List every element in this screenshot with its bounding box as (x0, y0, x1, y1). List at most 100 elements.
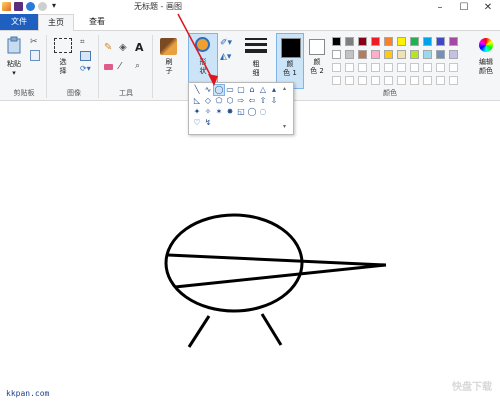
palette-swatch[interactable] (384, 50, 393, 59)
separator (98, 35, 99, 98)
palette-swatch[interactable] (345, 37, 354, 46)
rainbow-icon (479, 38, 493, 52)
cut-icon[interactable]: ✂ (30, 37, 38, 47)
palette-swatch[interactable] (436, 63, 445, 72)
paste-label: 粘贴 (7, 60, 21, 68)
palette-swatch[interactable] (371, 63, 380, 72)
palette-swatch[interactable] (410, 37, 419, 46)
shape-option[interactable]: ♡ (192, 118, 202, 128)
palette-swatch[interactable] (358, 37, 367, 46)
scroll-down-icon[interactable]: ▾ (283, 123, 286, 130)
shape-option[interactable]: ✧ (203, 107, 213, 117)
palette-swatch[interactable] (397, 76, 406, 85)
palette-swatch[interactable] (436, 37, 445, 46)
palette-swatch[interactable] (423, 76, 432, 85)
palette-swatch[interactable] (449, 37, 458, 46)
palette-swatch[interactable] (449, 63, 458, 72)
palette-swatch[interactable] (384, 37, 393, 46)
palette-swatch[interactable] (345, 76, 354, 85)
scroll-up-icon[interactable]: ▴ (283, 85, 286, 92)
magnifier-icon[interactable]: ⌕ (135, 61, 140, 71)
palette-swatch[interactable] (449, 50, 458, 59)
palette-swatch[interactable] (410, 63, 419, 72)
resize-icon[interactable] (80, 51, 91, 61)
palette-swatch[interactable] (397, 63, 406, 72)
palette-swatch[interactable] (423, 37, 432, 46)
palette-swatch[interactable] (332, 37, 341, 46)
copy-icon[interactable] (30, 50, 40, 61)
palette-swatch[interactable] (358, 76, 367, 85)
select-button[interactable]: 选 择 (52, 36, 74, 84)
shape-option[interactable]: ⬠ (214, 96, 224, 106)
shape-option[interactable]: ⇩ (269, 96, 279, 106)
palette-swatch[interactable] (423, 63, 432, 72)
colors-group-label: 颜色 (383, 89, 397, 97)
customize-toolbar-icon[interactable]: ▾ (52, 1, 56, 10)
shape-option[interactable]: ◌ (258, 107, 268, 117)
edit-colors-label: 编辑 颜色 (479, 58, 493, 75)
palette-swatch[interactable] (410, 50, 419, 59)
fill-icon[interactable]: ◈ (119, 42, 127, 53)
shape-option[interactable]: ⬡ (225, 96, 235, 106)
color2-button[interactable]: 颜 色 2 (306, 36, 328, 86)
edit-colors-button[interactable]: 编辑 颜色 (474, 36, 498, 86)
text-icon[interactable]: A (135, 41, 144, 54)
palette-swatch[interactable] (332, 50, 341, 59)
close-button[interactable]: ✕ (476, 0, 500, 14)
shape-option[interactable]: ⇧ (258, 96, 268, 106)
minimize-button[interactable]: – (428, 0, 452, 14)
shape-option[interactable]: ⇦ (247, 96, 257, 106)
palette-swatch[interactable] (423, 50, 432, 59)
shape-option[interactable]: ↯ (203, 118, 213, 128)
save-icon[interactable] (14, 2, 23, 11)
shape-option[interactable]: ◇ (203, 96, 213, 106)
color1-button[interactable]: 颜 色 1 (276, 33, 304, 89)
palette-swatch[interactable] (371, 76, 380, 85)
rotate-icon[interactable]: ⟳▾ (80, 64, 91, 73)
shape-option[interactable]: ⇨ (236, 96, 246, 106)
drawn-leg-right (260, 313, 283, 346)
palette-swatch[interactable] (397, 37, 406, 46)
drawing-canvas[interactable] (0, 101, 500, 402)
palette-swatch[interactable] (345, 63, 354, 72)
tab-home[interactable]: 主页 (38, 14, 74, 31)
palette-swatch[interactable] (345, 50, 354, 59)
undo-icon[interactable] (26, 2, 35, 11)
palette-swatch[interactable] (332, 63, 341, 72)
pencil-icon[interactable]: ✎ (104, 42, 112, 53)
palette-swatch[interactable] (384, 76, 393, 85)
tab-file[interactable]: 文件 (0, 14, 38, 30)
palette-swatch[interactable] (449, 76, 458, 85)
shape-option[interactable]: ▢ (236, 85, 246, 95)
palette-swatch[interactable] (436, 76, 445, 85)
palette-swatch[interactable] (358, 50, 367, 59)
palette-swatch[interactable] (384, 63, 393, 72)
shape-option[interactable]: △ (258, 85, 268, 95)
drawn-line-lower (174, 263, 387, 289)
drawn-ellipse (164, 213, 304, 313)
shape-option[interactable]: ▴ (269, 85, 279, 95)
shape-option[interactable]: ◱ (236, 107, 246, 117)
shape-option[interactable]: ⌂ (247, 85, 257, 95)
eraser-icon[interactable] (104, 64, 113, 70)
maximize-button[interactable]: ☐ (452, 0, 476, 14)
shape-option[interactable]: ✸ (225, 107, 235, 117)
palette-swatch[interactable] (436, 50, 445, 59)
palette-swatch[interactable] (371, 37, 380, 46)
palette-swatch[interactable] (358, 63, 367, 72)
shape-option[interactable]: ◯ (247, 107, 257, 117)
redo-icon[interactable] (38, 2, 47, 11)
paint-app-icon[interactable] (2, 2, 11, 11)
size-button[interactable]: 粗 细 (242, 36, 270, 86)
crop-icon[interactable]: ⌗ (80, 37, 85, 47)
palette-swatch[interactable] (371, 50, 380, 59)
palette-swatch[interactable] (397, 50, 406, 59)
palette-swatch[interactable] (410, 76, 419, 85)
palette-swatch[interactable] (332, 76, 341, 85)
tab-view[interactable]: 查看 (80, 14, 114, 30)
shape-option[interactable]: ◺ (192, 96, 202, 106)
paste-button[interactable]: 粘贴 ▾ (3, 36, 25, 84)
shape-option[interactable]: ✶ (214, 107, 224, 117)
color-picker-icon[interactable]: ⁄ (119, 61, 121, 72)
shape-option[interactable]: ✦ (192, 107, 202, 117)
